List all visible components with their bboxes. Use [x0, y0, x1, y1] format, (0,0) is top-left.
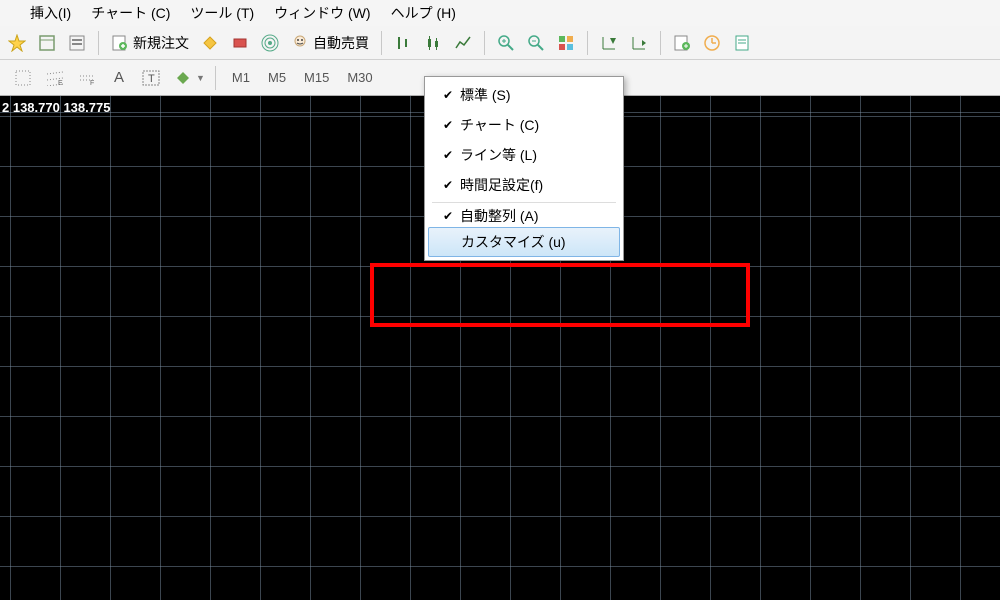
- grid2-icon[interactable]: E: [42, 65, 68, 91]
- check-icon: ✔: [436, 148, 460, 162]
- expert-icon[interactable]: [227, 30, 253, 56]
- menu-item-timeframe[interactable]: ✔ 時間足設定(f): [428, 170, 620, 200]
- menu-item-label: カスタマイズ (u): [461, 232, 566, 252]
- check-icon: ✔: [436, 88, 460, 102]
- tile-icon[interactable]: [553, 30, 579, 56]
- toolbar-separator: [215, 66, 216, 90]
- auto-trade-label: 自動売買: [313, 33, 369, 53]
- svg-text:F: F: [90, 80, 94, 86]
- svg-text:E: E: [58, 80, 63, 86]
- menu-item-customize[interactable]: カスタマイズ (u): [428, 227, 620, 257]
- toolbar-context-menu: ✔ 標準 (S) ✔ チャート (C) ✔ ライン等 (L) ✔ 時間足設定(f…: [424, 76, 624, 261]
- scroll-icon[interactable]: [596, 30, 622, 56]
- template-icon[interactable]: [729, 30, 755, 56]
- text-tool-a[interactable]: A: [106, 65, 132, 91]
- new-order-button[interactable]: 新規注文: [107, 33, 193, 53]
- menu-item-label: 自動整列 (A): [460, 206, 539, 226]
- timeframe-m1[interactable]: M1: [226, 68, 256, 87]
- candle-chart-icon[interactable]: [420, 30, 446, 56]
- menu-item-label: 標準 (S): [460, 85, 511, 105]
- menu-chart[interactable]: チャート (C): [91, 3, 170, 23]
- menu-item-label: ライン等 (L): [460, 145, 537, 165]
- menu-help[interactable]: ヘルプ (H): [391, 3, 456, 23]
- chart-info-label: 2 138.770 138.775: [2, 100, 110, 115]
- check-icon: ✔: [436, 209, 460, 223]
- svg-text:T: T: [148, 73, 155, 85]
- check-icon: ✔: [436, 118, 460, 132]
- menu-item-label: チャート (C): [460, 115, 539, 135]
- grid1-icon[interactable]: [10, 65, 36, 91]
- auto-trade-button[interactable]: 自動売買: [287, 33, 373, 53]
- zoom-out-icon[interactable]: [523, 30, 549, 56]
- timeframe-m15[interactable]: M15: [298, 68, 335, 87]
- text-label-icon[interactable]: T: [138, 65, 164, 91]
- object-marker-icon[interactable]: [170, 65, 196, 91]
- new-order-label: 新規注文: [133, 33, 189, 53]
- dropdown-arrow-icon[interactable]: ▼: [196, 73, 205, 83]
- menu-insert[interactable]: 挿入(I): [30, 3, 71, 23]
- bar-chart-icon[interactable]: [390, 30, 416, 56]
- diamond-icon[interactable]: [197, 30, 223, 56]
- menu-item-lines[interactable]: ✔ ライン等 (L): [428, 140, 620, 170]
- zoom-in-icon[interactable]: [493, 30, 519, 56]
- toolbar-separator: [484, 31, 485, 55]
- signal-icon[interactable]: [257, 30, 283, 56]
- favorite-icon[interactable]: [4, 30, 30, 56]
- menu-item-label: 時間足設定(f): [460, 175, 543, 195]
- menu-item-auto-arrange[interactable]: ✔ 自動整列 (A): [428, 205, 620, 227]
- line-chart-icon[interactable]: [450, 30, 476, 56]
- toolbar-separator: [381, 31, 382, 55]
- shift-icon[interactable]: [626, 30, 652, 56]
- menu-separator: [432, 202, 616, 203]
- main-toolbar: 新規注文 自動売買: [0, 26, 1000, 60]
- check-icon: ✔: [436, 178, 460, 192]
- toolbar-separator: [660, 31, 661, 55]
- indicators-icon[interactable]: [669, 30, 695, 56]
- timeframe-m5[interactable]: M5: [262, 68, 292, 87]
- menu-item-chart[interactable]: ✔ チャート (C): [428, 110, 620, 140]
- nav-icon[interactable]: [34, 30, 60, 56]
- toolbar-separator: [98, 31, 99, 55]
- menu-window[interactable]: ウィンドウ (W): [274, 3, 370, 23]
- timeframe-m30[interactable]: M30: [341, 68, 378, 87]
- period-icon[interactable]: [699, 30, 725, 56]
- toolbar-separator: [587, 31, 588, 55]
- menubar: 挿入(I) チャート (C) ツール (T) ウィンドウ (W) ヘルプ (H): [0, 0, 1000, 26]
- menu-item-standard[interactable]: ✔ 標準 (S): [428, 80, 620, 110]
- menu-tool[interactable]: ツール (T): [190, 3, 254, 23]
- channel-icon[interactable]: F: [74, 65, 100, 91]
- data-window-icon[interactable]: [64, 30, 90, 56]
